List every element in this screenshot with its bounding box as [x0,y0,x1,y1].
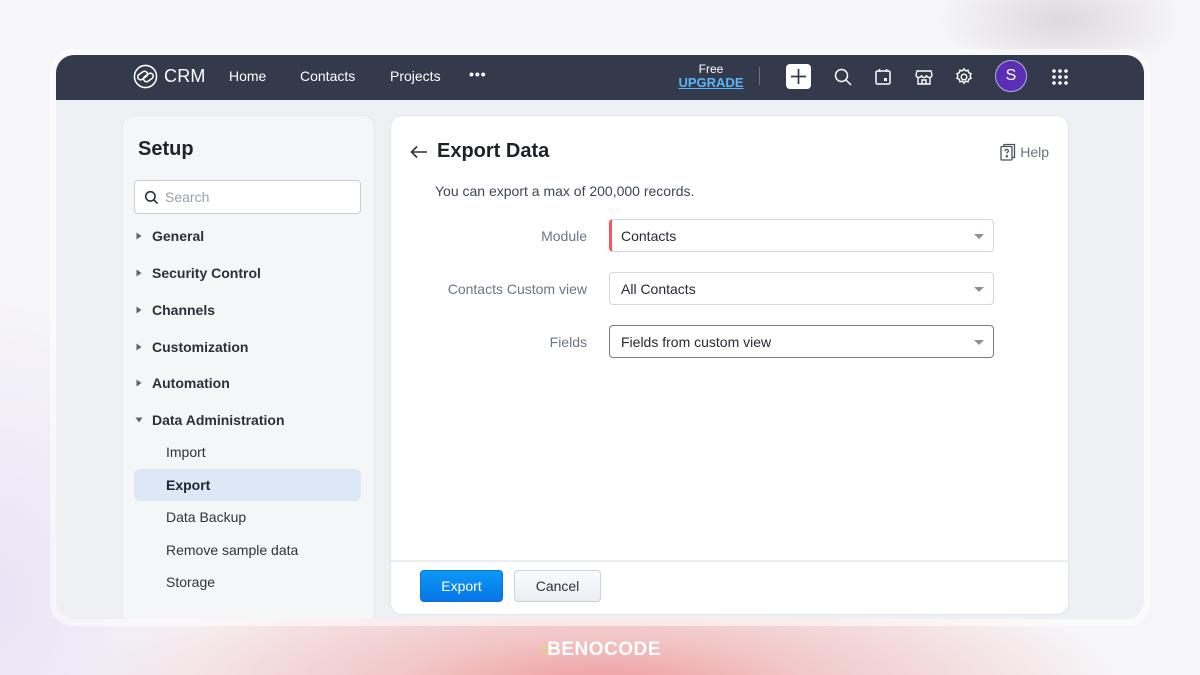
help-book-icon [1000,143,1016,161]
crm-logo-icon [133,64,158,89]
plan-info: Free UPGRADE [678,62,744,90]
divider [759,67,760,85]
brand-logo[interactable]: CRM [133,64,206,89]
sidebar-search-input[interactable] [165,189,345,205]
chevron-down-icon [974,234,984,239]
sidebar-item-label: Automation [152,375,230,391]
export-limit-info: You can export a max of 200,000 records. [435,183,695,199]
sidebar-item-label: General [152,228,205,244]
sidebar-item-label: Customization [152,339,249,355]
cancel-button[interactable]: Cancel [514,570,601,602]
settings-button[interactable] [954,67,974,87]
watermark-text: BENOCODE [547,639,661,660]
export-data-panel: Export Data Help You can export a max of… [390,115,1069,615]
caret-right-icon [136,379,142,387]
calendar-button[interactable] [873,67,893,87]
module-label: Module [541,228,587,244]
sidebar-item-channels[interactable]: Channels [135,302,215,318]
brand-name: CRM [164,66,206,86]
setup-sidebar: Setup General Security Control Channels … [122,115,375,619]
sidebar-subitem-remove-sample-data[interactable]: Remove sample data [134,534,361,566]
fields-select-value: Fields from custom view [621,333,772,350]
apps-grid-icon[interactable] [1051,68,1069,86]
chevron-down-icon [974,340,984,345]
search-icon [144,190,159,204]
module-select-value: Contacts [621,227,677,244]
crm-app: CRM Home Contacts Projects ••• Free UPGR… [56,55,1144,619]
custom-view-label: Contacts Custom view [447,281,587,297]
plan-label: Free [698,62,724,76]
search-button[interactable] [833,67,853,87]
sidebar-title: Setup [138,138,194,160]
marketplace-button[interactable] [914,67,934,87]
search-icon [834,68,852,86]
sidebar-item-security-control[interactable]: Security Control [135,265,261,281]
module-select[interactable]: Contacts [609,219,994,252]
plus-icon [790,68,807,85]
gear-icon [955,67,973,85]
nav-home[interactable]: Home [229,68,266,84]
sidebar-item-general[interactable]: General [135,228,204,244]
sidebar-item-customization[interactable]: Customization [135,339,248,355]
nav-projects[interactable]: Projects [390,68,441,84]
export-button[interactable]: Export [420,570,503,602]
fields-select[interactable]: Fields from custom view [609,325,994,358]
user-avatar[interactable]: S [995,60,1027,92]
sidebar-item-automation[interactable]: Automation [135,375,230,391]
more-menu-icon[interactable]: ••• [469,66,487,82]
caret-right-icon [136,306,142,314]
create-button[interactable] [786,64,811,89]
action-footer: Export Cancel [391,560,1068,614]
sidebar-subitem-export[interactable]: Export [134,469,361,501]
watermark: ⁖BENOCODE [0,639,1200,661]
nav-contacts[interactable]: Contacts [300,68,355,84]
upgrade-link[interactable]: UPGRADE [678,76,744,90]
sidebar-subitem-data-backup[interactable]: Data Backup [134,501,361,533]
caret-right-icon [136,232,142,240]
help-label: Help [1020,144,1049,160]
chevron-down-icon [974,287,984,292]
page-title: Export Data [437,140,550,162]
caret-right-icon [136,269,142,277]
top-navigation-bar: CRM Home Contacts Projects ••• Free UPGR… [56,55,1144,100]
marketplace-icon [915,70,933,85]
custom-view-select-value: All Contacts [621,280,696,297]
sidebar-item-label: Channels [152,302,216,318]
sidebar-item-label: Data Administration [152,412,285,428]
calendar-icon [875,69,891,85]
sidebar-item-label: Security Control [152,265,261,281]
custom-view-select[interactable]: All Contacts [609,272,994,305]
sidebar-item-data-administration[interactable]: Data Administration [135,412,285,428]
sidebar-search[interactable] [134,180,361,214]
sidebar-subitem-storage[interactable]: Storage [134,566,361,598]
caret-down-icon [135,417,143,423]
sidebar-subitem-import[interactable]: Import [134,436,361,468]
help-link[interactable]: Help [1000,143,1049,161]
fields-label: Fields [549,334,587,350]
back-arrow-icon[interactable] [409,144,429,160]
caret-right-icon [136,343,142,351]
